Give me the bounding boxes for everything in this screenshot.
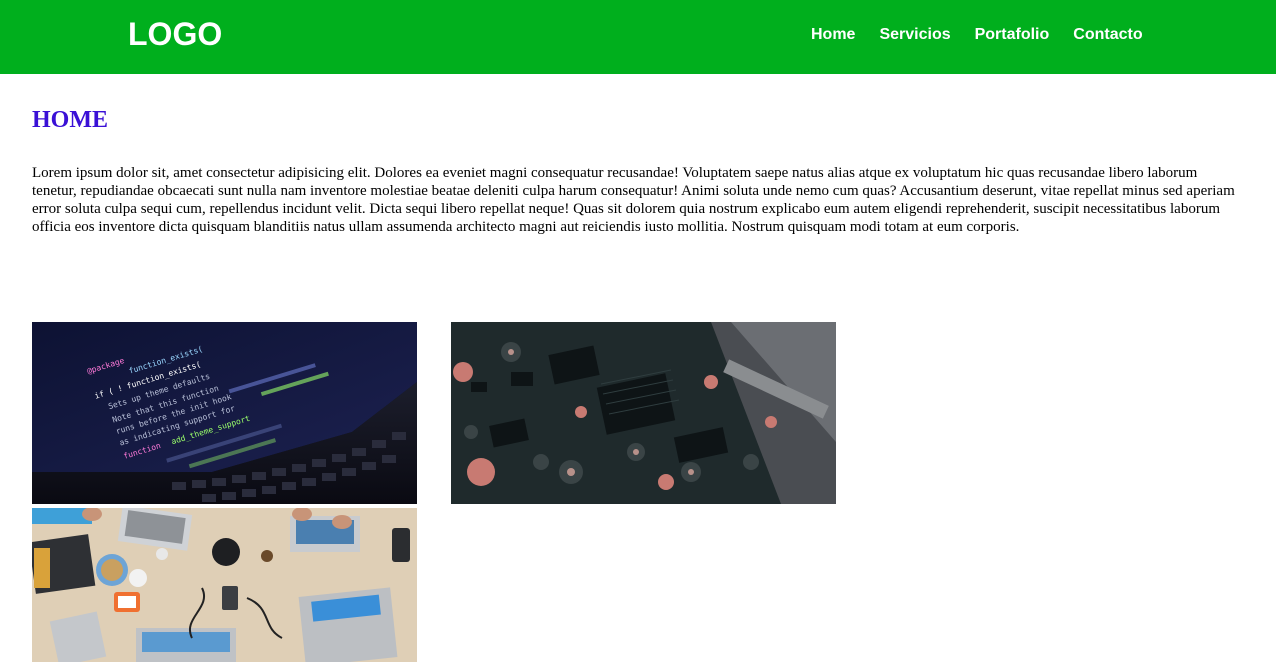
circuit-board-photo <box>451 322 836 504</box>
nav-contacto[interactable]: Contacto <box>1073 25 1142 45</box>
nav-home[interactable]: Home <box>811 25 855 45</box>
nav-portafolio[interactable]: Portafolio <box>975 25 1050 45</box>
main-nav: Home Servicios Portafolio Contacto <box>800 25 1156 45</box>
team-laptops-desk-photo <box>32 508 417 662</box>
page-title: HOME <box>32 107 108 133</box>
code-laptop-photo: @package function_exists( if ( ! functio… <box>32 322 417 504</box>
logo[interactable]: LOGO <box>128 14 222 54</box>
nav-servicios[interactable]: Servicios <box>879 25 950 45</box>
top-header: LOGO Home Servicios Portafolio Contacto <box>0 0 1276 74</box>
intro-paragraph: Lorem ipsum dolor sit, amet consectetur … <box>32 165 1235 235</box>
